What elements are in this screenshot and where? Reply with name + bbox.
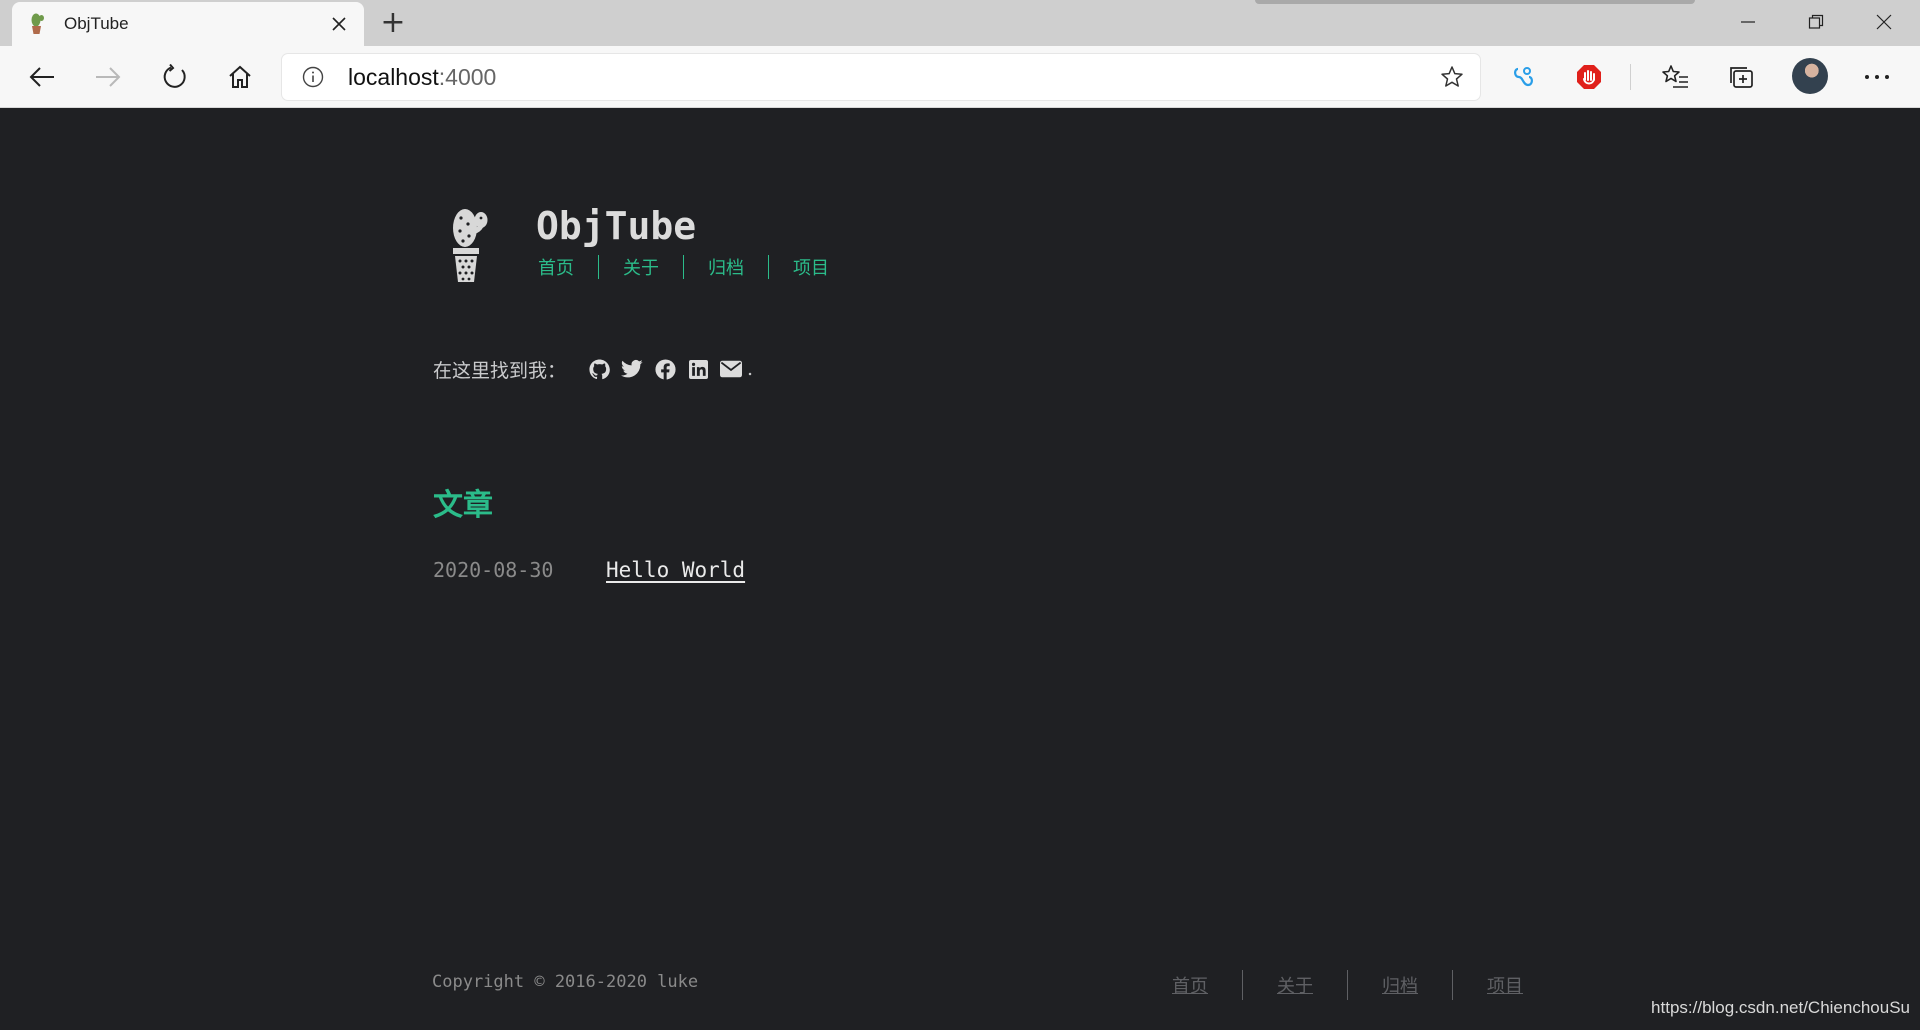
collections-icon[interactable] bbox=[1720, 56, 1762, 98]
address-host: localhost bbox=[348, 64, 439, 90]
nav-item-projects[interactable]: 项目 bbox=[769, 254, 853, 280]
watermark-text: https://blog.csdn.net/ChienchouSu bbox=[1651, 998, 1910, 1017]
site-title[interactable]: ObjTube bbox=[536, 204, 696, 248]
tab-title: ObjTube bbox=[64, 14, 129, 33]
cactus-logo-icon[interactable] bbox=[443, 206, 495, 284]
restore-icon[interactable] bbox=[1782, 0, 1850, 44]
profile-avatar[interactable] bbox=[1792, 58, 1828, 94]
translate-extension-icon[interactable] bbox=[1503, 56, 1545, 98]
github-icon[interactable] bbox=[588, 358, 610, 380]
page-content: ObjTube 首页 关于 归档 项目 在这里找到我： . 文章 2020-08… bbox=[0, 108, 1920, 1030]
cactus-favicon-icon bbox=[26, 13, 48, 35]
tab-drag-shadow bbox=[1255, 0, 1695, 4]
forward-icon[interactable] bbox=[87, 56, 129, 98]
nav-item-archives[interactable]: 归档 bbox=[684, 254, 768, 280]
address-text[interactable]: localhost:4000 bbox=[348, 64, 496, 91]
nav-item-home[interactable]: 首页 bbox=[536, 254, 598, 280]
minimize-icon[interactable] bbox=[1714, 0, 1782, 44]
find-me-label: 在这里找到我： bbox=[433, 359, 567, 382]
adblock-icon[interactable] bbox=[1568, 56, 1610, 98]
tab-strip: ObjTube + bbox=[0, 0, 1920, 46]
more-icon[interactable] bbox=[1856, 56, 1898, 98]
close-window-icon[interactable] bbox=[1850, 0, 1918, 44]
copyright-text: Copyright © 2016-2020 luke bbox=[432, 972, 699, 992]
main-nav: 首页 关于 归档 项目 bbox=[536, 254, 853, 280]
address-port: :4000 bbox=[438, 64, 497, 90]
info-icon[interactable] bbox=[302, 66, 324, 88]
section-title-posts: 文章 bbox=[433, 488, 493, 523]
star-icon[interactable] bbox=[1440, 65, 1464, 89]
home-icon[interactable] bbox=[219, 56, 261, 98]
email-icon[interactable] bbox=[720, 358, 743, 380]
footer-nav: 首页 关于 归档 项目 bbox=[1170, 970, 1557, 1000]
post-title-link[interactable]: Hello World bbox=[606, 558, 745, 582]
refresh-icon[interactable] bbox=[153, 56, 195, 98]
footer-nav-item-archives[interactable]: 归档 bbox=[1348, 972, 1452, 998]
post-date: 2020-08-30 bbox=[433, 558, 554, 582]
twitter-icon[interactable] bbox=[621, 358, 643, 380]
browser-toolbar: localhost:4000 bbox=[0, 46, 1920, 108]
favorites-icon[interactable] bbox=[1654, 56, 1696, 98]
browser-tab[interactable]: ObjTube bbox=[12, 2, 364, 46]
post-list-item: 2020-08-30 Hello World bbox=[433, 558, 745, 582]
tab-close-icon[interactable] bbox=[328, 13, 350, 35]
facebook-icon[interactable] bbox=[654, 358, 676, 380]
find-me-row: 在这里找到我： . bbox=[433, 354, 753, 384]
footer-nav-item-projects[interactable]: 项目 bbox=[1453, 972, 1557, 998]
nav-item-about[interactable]: 关于 bbox=[599, 254, 683, 280]
new-tab-button[interactable]: + bbox=[378, 8, 408, 38]
footer-nav-item-home[interactable]: 首页 bbox=[1170, 972, 1242, 998]
address-bar[interactable]: localhost:4000 bbox=[282, 54, 1480, 100]
back-icon[interactable] bbox=[21, 56, 63, 98]
linkedin-icon[interactable] bbox=[687, 358, 709, 380]
toolbar-separator bbox=[1630, 64, 1631, 90]
find-me-period: . bbox=[747, 358, 754, 380]
footer-nav-item-about[interactable]: 关于 bbox=[1243, 972, 1347, 998]
